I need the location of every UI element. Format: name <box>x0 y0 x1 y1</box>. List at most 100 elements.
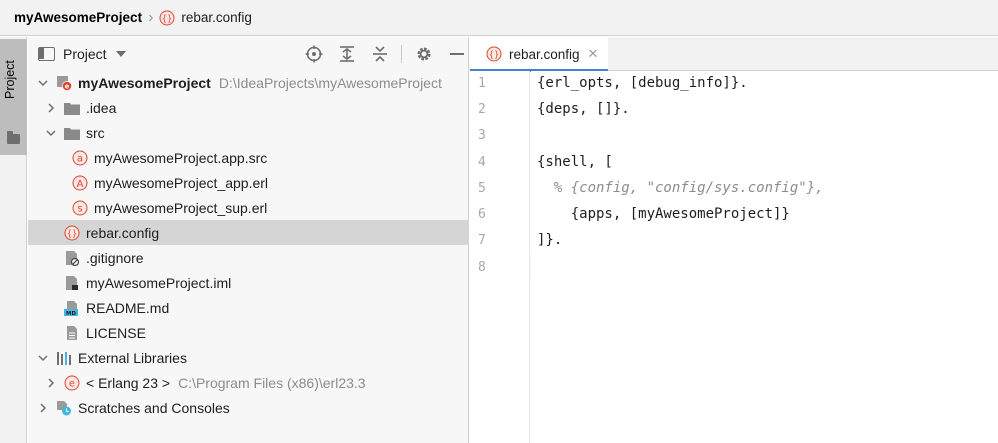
svg-text:e: e <box>65 82 70 90</box>
editor-gutter[interactable]: 1 2 3 4 5 6 7 8 <box>470 71 530 443</box>
line-number: 5 <box>478 181 486 196</box>
gear-icon[interactable] <box>414 44 434 64</box>
svg-text:{}: {} <box>67 229 78 239</box>
config-icon: {} <box>159 10 175 25</box>
chevron-right-icon[interactable] <box>36 401 50 415</box>
tree-node-label: myAwesomeProject.app.src <box>94 149 268 166</box>
tree-node-path: D:\IdeaProjects\myAwesomeProject <box>218 74 442 91</box>
tree-node-erlang-sdk[interactable]: e < Erlang 23 > C:\Program Files (x86)\e… <box>28 370 469 395</box>
application-icon: A <box>72 175 88 191</box>
tree-node-label: rebar.config <box>86 224 160 241</box>
tab-label: rebar.config <box>509 46 580 62</box>
chevron-down-icon[interactable] <box>44 126 58 140</box>
code-line-comment: % {config, "config/sys.config"}, <box>537 180 824 196</box>
code-editor[interactable]: {erl_opts, [debug_info]}. {deps, []}. {s… <box>531 71 998 443</box>
svg-text:a: a <box>77 153 83 164</box>
breadcrumb-project[interactable]: myAwesomeProject <box>14 10 142 25</box>
project-tool-window-button[interactable]: Project <box>0 39 27 155</box>
line-number: 3 <box>478 128 486 143</box>
erlang-sdk-icon: e <box>64 375 80 391</box>
editor-tab-bar: {} rebar.config ✕ <box>470 37 998 72</box>
config-icon: {} <box>486 46 502 62</box>
tree-node-external-libraries[interactable]: External Libraries <box>28 345 469 370</box>
iml-file-icon <box>64 275 80 291</box>
tree-node-label: LICENSE <box>86 324 146 341</box>
tab-rebar-config[interactable]: {} rebar.config ✕ <box>470 37 608 72</box>
code-line: {deps, []}. <box>537 101 630 117</box>
tree-node-label: myAwesomeProject_sup.erl <box>94 199 268 216</box>
tree-node-readme[interactable]: MD README.md <box>28 295 469 320</box>
config-icon: {} <box>64 225 80 241</box>
chevron-down-icon[interactable] <box>36 76 50 90</box>
libraries-icon <box>56 350 72 366</box>
svg-text:{}: {} <box>489 51 500 61</box>
tree-node-project-root[interactable]: e myAwesomeProject D:\IdeaProjects\myAwe… <box>28 70 469 95</box>
breadcrumb-file-label: rebar.config <box>181 10 252 25</box>
ignore-file-icon <box>64 250 80 266</box>
close-icon[interactable]: ✕ <box>588 46 599 62</box>
chevron-down-icon <box>115 50 126 57</box>
line-number: 1 <box>478 76 486 91</box>
collapse-all-icon[interactable] <box>370 44 390 64</box>
tool-window-stripe: Project <box>0 37 27 443</box>
line-number: 6 <box>478 207 486 222</box>
tree-node-sup-erl[interactable]: s myAwesomeProject_sup.erl <box>28 195 469 220</box>
supervisor-icon: s <box>72 200 88 216</box>
tool-window-icon <box>38 46 55 61</box>
erlang-module-icon: e <box>56 75 72 91</box>
project-panel-title: Project <box>63 45 107 62</box>
project-panel-header: Project <box>28 37 469 70</box>
svg-text:s: s <box>77 203 82 214</box>
code-line: {apps, [myAwesomeProject]} <box>537 206 790 222</box>
line-number: 2 <box>478 102 486 117</box>
tree-node-label: src <box>86 124 105 141</box>
app-src-icon: a <box>72 150 88 166</box>
code-line: {erl_opts, [debug_info]}. <box>537 75 748 91</box>
tree-node-app-src[interactable]: a myAwesomeProject.app.src <box>28 145 469 170</box>
locate-icon[interactable] <box>304 44 324 64</box>
tree-node-label: myAwesomeProject.iml <box>86 274 232 291</box>
tree-node-label: Scratches and Consoles <box>78 399 230 416</box>
line-number: 4 <box>478 155 486 170</box>
tree-node-label: myAwesomeProject_app.erl <box>94 174 269 191</box>
tree-node-iml[interactable]: myAwesomeProject.iml <box>28 270 469 295</box>
tree-node-src[interactable]: src <box>28 120 469 145</box>
tree-node-label: < Erlang 23 > <box>86 374 171 391</box>
line-number: 7 <box>478 233 486 248</box>
code-line: ]}. <box>537 232 563 248</box>
tree-node-label: .gitignore <box>86 249 144 266</box>
tree-node-gitignore[interactable]: .gitignore <box>28 245 469 270</box>
line-number: 8 <box>478 260 486 275</box>
code-line: {shell, [ <box>537 154 613 170</box>
tree-node-idea[interactable]: .idea <box>28 95 469 120</box>
tree-node-label: External Libraries <box>78 349 187 366</box>
tree-node-rebar-config[interactable]: {} rebar.config <box>28 220 469 245</box>
chevron-right-icon[interactable] <box>44 101 58 115</box>
expand-all-icon[interactable] <box>337 44 357 64</box>
chevron-down-icon[interactable] <box>36 351 50 365</box>
breadcrumb-file[interactable]: {} rebar.config <box>159 10 252 26</box>
text-file-icon <box>64 325 80 341</box>
svg-text:e: e <box>69 378 75 389</box>
folder-icon <box>64 125 80 141</box>
project-view-selector[interactable]: Project <box>38 46 126 62</box>
chevron-right-icon[interactable] <box>44 376 58 390</box>
tree-node-label: myAwesomeProject <box>78 74 211 91</box>
folder-icon <box>7 131 20 144</box>
tree-node-app-erl[interactable]: A myAwesomeProject_app.erl <box>28 170 469 195</box>
minimize-icon[interactable] <box>447 44 467 64</box>
project-stripe-label: Project <box>3 60 17 99</box>
scratches-icon <box>56 400 72 416</box>
tree-node-label: .idea <box>86 99 117 116</box>
tree-node-label: README.md <box>86 299 170 316</box>
breadcrumb-separator: › <box>148 8 154 26</box>
svg-text:MD: MD <box>66 311 76 316</box>
folder-icon <box>64 100 80 116</box>
tree-node-scratches[interactable]: Scratches and Consoles <box>28 395 469 420</box>
markdown-icon: MD <box>64 300 80 316</box>
toolbar-divider <box>401 45 402 63</box>
navigation-bar: myAwesomeProject › {} rebar.config <box>0 0 998 36</box>
tree-node-license[interactable]: LICENSE <box>28 320 469 345</box>
svg-text:A: A <box>77 179 84 190</box>
project-panel: Project e myAwesomeProject D:\IdeaProjec… <box>28 37 469 443</box>
